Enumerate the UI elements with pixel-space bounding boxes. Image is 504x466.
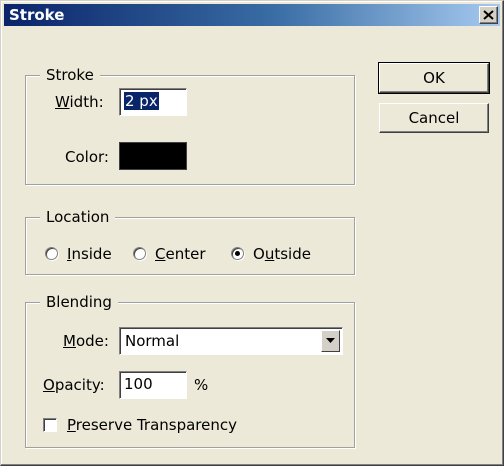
width-label: Width: bbox=[55, 93, 104, 111]
opacity-unit: % bbox=[194, 376, 209, 394]
mode-dropdown-button[interactable] bbox=[321, 330, 340, 352]
stroke-group-title: Stroke bbox=[40, 66, 100, 84]
outside-radio-label[interactable]: Outside bbox=[253, 245, 311, 263]
cancel-button[interactable]: Cancel bbox=[379, 103, 489, 133]
inside-radio[interactable] bbox=[45, 247, 58, 260]
close-button[interactable] bbox=[479, 6, 498, 24]
title-bar[interactable]: Stroke bbox=[4, 4, 500, 26]
opacity-input[interactable]: 100 bbox=[119, 371, 187, 399]
mode-select[interactable]: Normal bbox=[119, 327, 343, 355]
preserve-transparency-checkbox[interactable] bbox=[43, 418, 57, 432]
ok-button[interactable]: OK bbox=[378, 62, 490, 94]
stroke-dialog: Stroke Stroke Width: 2 px Color: Locatio… bbox=[0, 0, 504, 466]
close-icon bbox=[483, 10, 494, 20]
inside-radio-label[interactable]: Inside bbox=[67, 245, 112, 263]
chevron-down-icon bbox=[326, 338, 335, 343]
window-title: Stroke bbox=[9, 6, 65, 24]
location-group-title: Location bbox=[40, 208, 116, 226]
mode-label: Mode: bbox=[63, 332, 109, 350]
outside-radio[interactable] bbox=[231, 247, 244, 260]
opacity-input-value: 100 bbox=[124, 375, 153, 393]
center-radio-label[interactable]: Center bbox=[155, 245, 206, 263]
mode-select-value: Normal bbox=[125, 332, 180, 350]
opacity-label: Opacity: bbox=[43, 376, 105, 394]
color-label: Color: bbox=[65, 148, 109, 166]
blending-group-title: Blending bbox=[40, 293, 118, 311]
stroke-group: Stroke bbox=[25, 66, 355, 185]
color-swatch[interactable] bbox=[119, 142, 187, 170]
preserve-transparency-label[interactable]: Preserve Transparency bbox=[67, 416, 237, 434]
width-input[interactable]: 2 px bbox=[119, 88, 187, 116]
width-input-value: 2 px bbox=[124, 92, 159, 110]
outside-radio-selected-dot bbox=[235, 251, 240, 256]
center-radio[interactable] bbox=[133, 247, 146, 260]
